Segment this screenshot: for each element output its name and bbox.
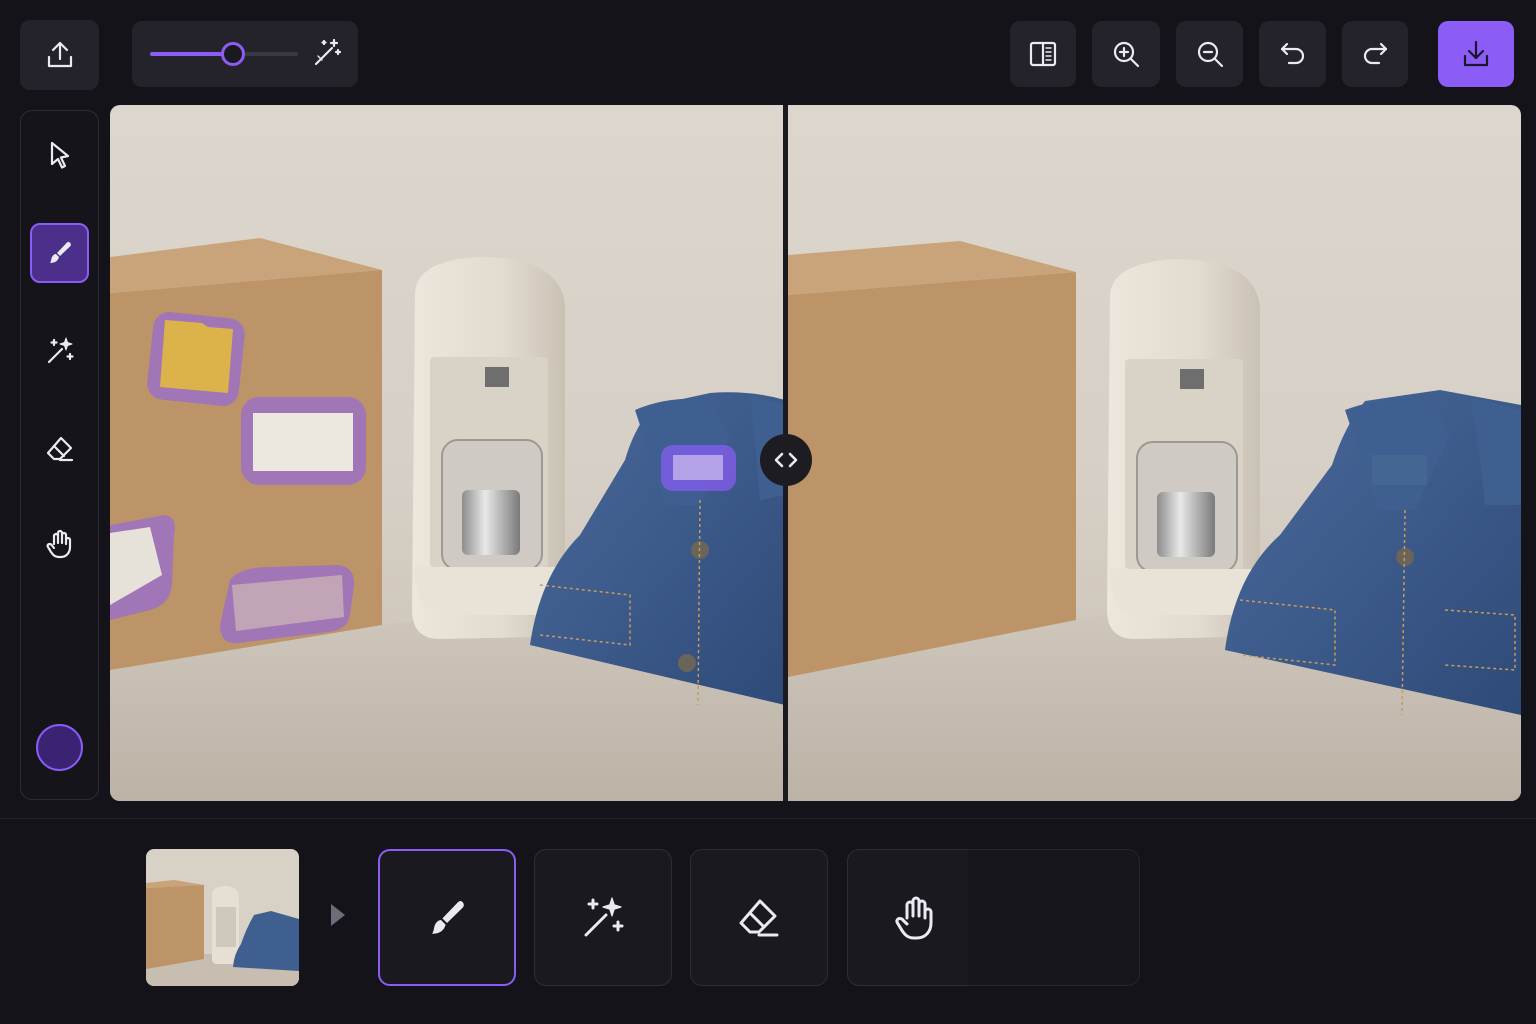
sparkles-wand-icon: [47, 337, 74, 364]
download-icon: [1463, 40, 1489, 67]
brush-size-thumb[interactable]: [220, 42, 245, 66]
cursor-icon: [50, 141, 69, 169]
compare-toggle-button[interactable]: [1010, 21, 1076, 87]
bottom-brush-tool[interactable]: [378, 849, 516, 986]
comparison-slider-handle[interactable]: [760, 434, 812, 486]
zoom-out-button[interactable]: [1176, 21, 1243, 87]
brush-color-swatch[interactable]: [36, 724, 83, 771]
rail-pan-tool[interactable]: [30, 514, 89, 574]
mask-white-label: [241, 397, 366, 485]
undo-icon: [1280, 42, 1304, 65]
eraser-icon: [739, 899, 779, 936]
empty-tool-slot: [968, 849, 1140, 986]
zoom-in-icon: [1113, 41, 1140, 68]
hand-icon: [895, 896, 933, 939]
before-after-image[interactable]: [110, 105, 1521, 801]
rail-brush-tool[interactable]: [30, 223, 89, 283]
eraser-icon: [46, 436, 73, 462]
rail-magic-tool[interactable]: [30, 321, 89, 381]
mask-yellow-sticker: [147, 312, 245, 406]
after-image: [788, 105, 1521, 801]
sparkles-wand-icon: [584, 896, 624, 936]
redo-icon: [1363, 42, 1388, 65]
brush-icon: [49, 241, 71, 263]
zoom-out-icon: [1197, 41, 1223, 68]
magic-wand-icon[interactable]: [310, 36, 344, 70]
play-arrow-icon: [331, 904, 345, 926]
undo-button[interactable]: [1259, 21, 1326, 87]
download-button[interactable]: [1438, 21, 1514, 87]
brush-icon: [432, 900, 464, 934]
hand-icon: [46, 529, 71, 559]
bottom-pan-tool[interactable]: [847, 849, 985, 986]
redo-button[interactable]: [1342, 21, 1408, 87]
rail-select-tool[interactable]: [30, 125, 89, 185]
split-view-icon: [1029, 41, 1057, 67]
upload-icon: [47, 41, 72, 68]
zoom-in-button[interactable]: [1092, 21, 1160, 87]
thumbnail-image: [146, 849, 299, 986]
before-image: [110, 105, 785, 801]
scene-thumbnail[interactable]: [146, 849, 299, 986]
rail-eraser-tool[interactable]: [30, 419, 89, 479]
bottom-eraser-tool[interactable]: [690, 849, 828, 986]
image-canvas[interactable]: [110, 105, 1521, 801]
upload-button[interactable]: [20, 20, 99, 90]
code-arrows-icon: [774, 452, 798, 468]
bottom-magic-tool[interactable]: [534, 849, 672, 986]
